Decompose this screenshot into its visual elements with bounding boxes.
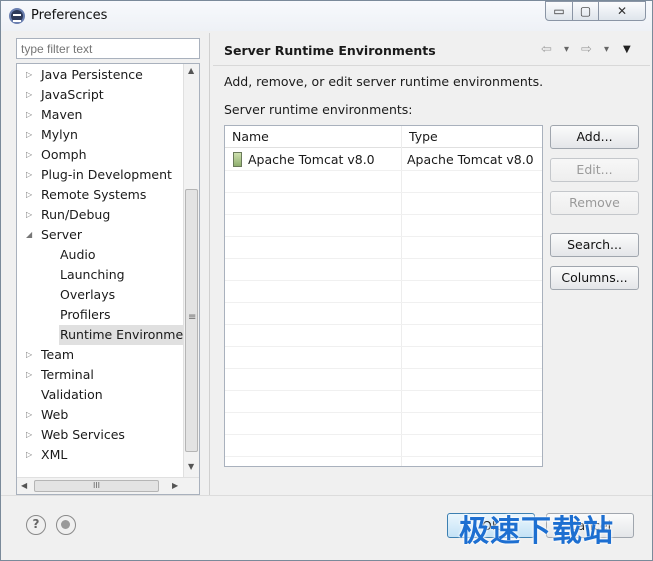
ok-button[interactable]: OK xyxy=(447,513,535,538)
page-description: Add, remove, or edit server runtime envi… xyxy=(224,74,544,89)
table-row[interactable] xyxy=(225,303,542,325)
scroll-left-icon[interactable]: ◀ xyxy=(21,481,27,490)
tree-item-label: Launching xyxy=(60,267,125,282)
help-icon[interactable]: ? xyxy=(26,515,46,535)
back-arrow-icon[interactable]: ⇦ xyxy=(541,42,552,57)
page-content: Add, remove, or edit server runtime envi… xyxy=(213,67,650,495)
tree-item-label: Team xyxy=(41,347,75,362)
table-row[interactable]: Apache Tomcat v8.0 Apache Tomcat v8.0 xyxy=(225,149,542,171)
expand-arrow-icon[interactable]: ▷ xyxy=(26,105,36,125)
tree-item-label: Oomph xyxy=(41,147,87,162)
expand-arrow-icon[interactable]: ▷ xyxy=(26,425,36,445)
preference-tree: ▷ Java Persistence ▷ JavaScript ▷ Maven ▷ Mylyn… xyxy=(16,63,200,495)
back-dropdown-icon[interactable]: ▾ xyxy=(564,44,569,55)
expand-arrow-icon[interactable]: ▷ xyxy=(26,365,36,385)
tree-item-label: Server xyxy=(41,227,82,242)
table-row[interactable] xyxy=(225,259,542,281)
page-header: Server Runtime Environments ⇦ ▾ ⇨ ▾ ▼ xyxy=(213,34,650,66)
tree-item-label: Plug-in Development xyxy=(41,167,172,182)
preferences-window: Preferences ▭ ▢ ✕ ▷ Java Persistence ▷ Java… xyxy=(0,0,653,561)
tree-item-label: Overlays xyxy=(60,287,116,302)
close-button[interactable]: ✕ xyxy=(598,1,646,21)
expand-arrow-icon[interactable]: ▷ xyxy=(26,405,36,425)
expand-arrow-icon[interactable]: ▷ xyxy=(26,125,36,145)
tree-item-label: Web Services xyxy=(41,427,125,442)
table-row[interactable] xyxy=(225,391,542,413)
table-header: Name Type xyxy=(225,126,542,148)
edit-button[interactable]: Edit... xyxy=(550,158,639,182)
vertical-scroll-thumb[interactable]: ≡ xyxy=(185,189,198,452)
table-row[interactable] xyxy=(225,171,542,193)
title-bar: Preferences ▭ ▢ ✕ xyxy=(1,1,652,31)
page-title: Server Runtime Environments xyxy=(224,43,436,58)
horizontal-scroll-thumb[interactable]: III xyxy=(34,480,159,492)
expand-arrow-icon[interactable]: ▷ xyxy=(26,345,36,365)
grip-icon: ≡ xyxy=(188,312,197,323)
tree-item-label: Audio xyxy=(60,247,96,262)
expand-arrow-icon[interactable]: ▷ xyxy=(26,145,36,165)
tree-vertical-scrollbar[interactable]: ▲ ≡ ▼ xyxy=(183,64,199,477)
expand-arrow-icon[interactable]: ▷ xyxy=(26,165,36,185)
column-header-name[interactable]: Name xyxy=(225,126,401,148)
scroll-right-icon[interactable]: ▶ xyxy=(172,481,178,490)
expand-arrow-icon[interactable]: ▷ xyxy=(26,445,36,465)
tree-item-label: Terminal xyxy=(41,367,94,382)
table-row[interactable] xyxy=(225,369,542,391)
tree-item-label: Maven xyxy=(41,107,83,122)
table-row[interactable] xyxy=(225,325,542,347)
tree-item-label: Validation xyxy=(41,387,103,402)
dialog-footer: ? OK Cancel xyxy=(1,495,652,560)
tree-item-label: Java Persistence xyxy=(41,67,143,82)
columns-button[interactable]: Columns... xyxy=(550,266,639,290)
expand-arrow-icon[interactable]: ▷ xyxy=(26,205,36,225)
record-icon[interactable] xyxy=(56,515,76,535)
table-row[interactable] xyxy=(225,435,542,457)
window-title: Preferences xyxy=(31,8,108,23)
server-runtime-icon xyxy=(233,152,242,167)
tree-item-label: Runtime Environment xyxy=(59,325,197,345)
eclipse-icon xyxy=(9,8,25,24)
forward-dropdown-icon[interactable]: ▾ xyxy=(604,44,609,55)
column-header-type[interactable]: Type xyxy=(402,126,542,148)
scroll-down-icon[interactable]: ▼ xyxy=(188,462,194,471)
expand-arrow-icon[interactable]: ▷ xyxy=(26,85,36,105)
panel-divider[interactable] xyxy=(209,33,210,495)
runtime-list-label: Server runtime environments: xyxy=(224,102,413,117)
add-button[interactable]: Add... xyxy=(550,125,639,149)
runtime-type-cell: Apache Tomcat v8.0 xyxy=(407,152,534,167)
table-row[interactable] xyxy=(225,193,542,215)
search-button[interactable]: Search... xyxy=(550,233,639,257)
cancel-button[interactable]: Cancel xyxy=(546,513,634,538)
filter-input[interactable] xyxy=(16,38,200,59)
remove-button[interactable]: Remove xyxy=(550,191,639,215)
minimize-button[interactable]: ▭ xyxy=(545,1,573,21)
table-row[interactable] xyxy=(225,237,542,259)
tree-item-label: Mylyn xyxy=(41,127,78,142)
view-menu-icon[interactable]: ▼ xyxy=(623,44,631,55)
expand-arrow-icon[interactable]: ▷ xyxy=(26,65,36,85)
tree-horizontal-scrollbar[interactable]: ◀ III ▶ xyxy=(17,477,199,494)
collapse-arrow-icon[interactable]: ◢ xyxy=(26,225,36,245)
table-row[interactable] xyxy=(225,281,542,303)
table-row[interactable] xyxy=(225,413,542,435)
table-row[interactable] xyxy=(225,215,542,237)
maximize-button[interactable]: ▢ xyxy=(572,1,599,21)
table-row[interactable] xyxy=(225,347,542,369)
expand-arrow-icon[interactable]: ▷ xyxy=(26,185,36,205)
scroll-up-icon[interactable]: ▲ xyxy=(188,66,194,75)
tree-item-label: JavaScript xyxy=(41,87,104,102)
tree-item-label: Profilers xyxy=(60,307,111,322)
tree-item-label: XML xyxy=(41,447,68,462)
runtime-table: Name Type Apache Tomcat v8.0 Apache Tomca… xyxy=(224,125,543,467)
tree-item-label: Remote Systems xyxy=(41,187,147,202)
tree-item-label: Web xyxy=(41,407,69,422)
tree-item-label: Run/Debug xyxy=(41,207,111,222)
forward-arrow-icon[interactable]: ⇨ xyxy=(581,42,592,57)
runtime-name-cell: Apache Tomcat v8.0 xyxy=(248,152,375,167)
